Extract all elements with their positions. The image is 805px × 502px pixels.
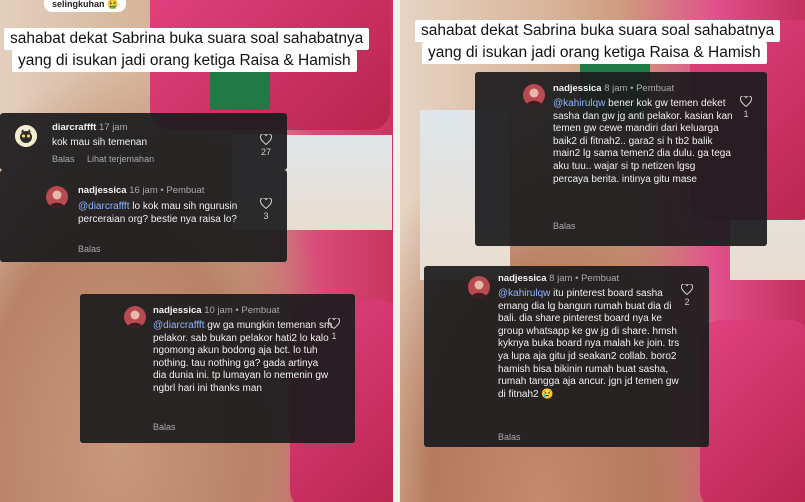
comment-timestamp: 8 jam • Pembuat bbox=[604, 83, 675, 94]
heart-icon[interactable] bbox=[740, 96, 752, 107]
reply-button[interactable]: Balas bbox=[553, 221, 576, 231]
reply-button[interactable]: Balas bbox=[52, 154, 75, 164]
comment-body: bener kok gw temen deket sasha dan gw jg… bbox=[553, 98, 733, 185]
like-count: 3 bbox=[263, 211, 269, 221]
reply-card: nadjessica 10 jam • Pembuat @diarcraffft… bbox=[80, 294, 355, 443]
reply-button[interactable]: Balas bbox=[153, 422, 176, 432]
reply-button[interactable]: Balas bbox=[78, 244, 101, 254]
top-caption-pill: selingkuhan 🤮 bbox=[44, 0, 127, 12]
heart-icon[interactable] bbox=[681, 284, 693, 295]
username-text[interactable]: nadjessica bbox=[153, 305, 202, 316]
comment-text: @kahirulqw itu pinterest board sasha ema… bbox=[498, 288, 688, 401]
comment-actions: Balas Lihat terjemahan bbox=[52, 154, 154, 164]
like-button[interactable]: 2 bbox=[680, 284, 694, 307]
like-count: 1 bbox=[331, 331, 337, 341]
like-button[interactable]: 1 bbox=[739, 96, 753, 119]
like-button[interactable]: 1 bbox=[327, 318, 341, 341]
username-text[interactable]: nadjessica bbox=[553, 83, 602, 94]
title-line-2: yang di isukan jadi orang ketiga Raisa &… bbox=[422, 42, 767, 64]
reply-card: nadjessica 8 jam • Pembuat @kahirulqw it… bbox=[424, 266, 709, 447]
mention-link[interactable]: @kahirulqw bbox=[553, 98, 605, 109]
avatar[interactable] bbox=[46, 186, 68, 208]
title-line-1: sahabat dekat Sabrina buka suara soal sa… bbox=[415, 20, 781, 42]
top-caption-text: selingkuhan bbox=[52, 0, 105, 9]
comment-body: gw ga mungkin temenan sm pelakor. sab bu… bbox=[153, 320, 333, 394]
right-screenshot-panel: sahabat dekat Sabrina buka suara soal sa… bbox=[400, 0, 805, 502]
avatar[interactable] bbox=[468, 276, 490, 298]
avatar[interactable] bbox=[523, 84, 545, 106]
like-count: 2 bbox=[684, 297, 690, 307]
comment-text: kok mau sih temenan bbox=[52, 137, 148, 148]
comment-timestamp: 16 jam • Pembuat bbox=[129, 185, 205, 196]
avatar[interactable] bbox=[124, 306, 146, 328]
username-text[interactable]: diarcraffft bbox=[52, 122, 96, 133]
comment-username[interactable]: nadjessica 8 jam • Pembuat bbox=[498, 273, 619, 284]
like-button[interactable]: 27 bbox=[259, 134, 273, 157]
comment-card: diarcraffft 17 jam kok mau sih temenan B… bbox=[0, 113, 287, 170]
mention-link[interactable]: @diarcraffft bbox=[78, 201, 129, 212]
see-translation-link[interactable]: Lihat terjemahan bbox=[87, 154, 154, 164]
comment-text: @diarcraffft lo kok mau sih ngurusin per… bbox=[78, 201, 258, 226]
username-text[interactable]: nadjessica bbox=[78, 185, 127, 196]
left-screenshot-panel: selingkuhan 🤮 sahabat dekat Sabrina buka… bbox=[0, 0, 393, 502]
panel-divider bbox=[393, 0, 400, 502]
comment-timestamp: 10 jam • Pembuat bbox=[204, 305, 280, 316]
comment-username[interactable]: diarcraffft 17 jam bbox=[52, 122, 128, 133]
comment-username[interactable]: nadjessica 16 jam • Pembuat bbox=[78, 185, 204, 196]
reply-button[interactable]: Balas bbox=[498, 432, 521, 442]
like-button[interactable]: 3 bbox=[259, 198, 273, 221]
reply-card: nadjessica 8 jam • Pembuat @kahirulqw be… bbox=[475, 72, 767, 246]
like-count: 1 bbox=[743, 109, 749, 119]
heart-icon[interactable] bbox=[328, 318, 340, 329]
heart-icon[interactable] bbox=[260, 198, 272, 209]
mention-link[interactable]: @kahirulqw bbox=[498, 288, 550, 299]
like-count: 27 bbox=[260, 147, 271, 157]
title-line-1: sahabat dekat Sabrina buka suara soal sa… bbox=[4, 28, 370, 50]
username-text[interactable]: nadjessica bbox=[498, 273, 547, 284]
comment-username[interactable]: nadjessica 8 jam • Pembuat bbox=[553, 83, 674, 94]
mention-link[interactable]: @diarcraffft bbox=[153, 320, 204, 331]
comment-body: itu pinterest board sasha emang dia lg b… bbox=[498, 288, 680, 400]
avatar[interactable] bbox=[15, 125, 37, 147]
reply-card: nadjessica 16 jam • Pembuat @diarcraffft… bbox=[0, 170, 287, 262]
comment-timestamp: 8 jam • Pembuat bbox=[549, 273, 620, 284]
comment-text: @kahirulqw bener kok gw temen deket sash… bbox=[553, 98, 733, 186]
title-line-2: yang di isukan jadi orang ketiga Raisa &… bbox=[12, 50, 357, 72]
comment-timestamp: 17 jam bbox=[98, 122, 128, 133]
heart-icon[interactable] bbox=[260, 134, 272, 145]
comment-username[interactable]: nadjessica 10 jam • Pembuat bbox=[153, 305, 279, 316]
comment-text: @diarcraffft gw ga mungkin temenan sm pe… bbox=[153, 320, 333, 396]
background-photo-jacket-lower bbox=[700, 320, 805, 502]
